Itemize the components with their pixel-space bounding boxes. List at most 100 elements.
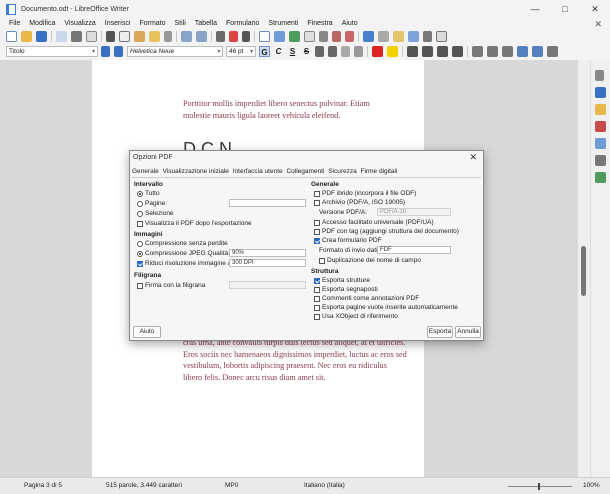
radio-senza-perdite[interactable]: Compressione senza perdite — [137, 240, 228, 247]
checkbox-riduci-risoluzione[interactable]: Riduci risoluzione immagine a: — [137, 260, 233, 267]
radio-selezione[interactable]: Selezione — [137, 210, 174, 217]
tab-sicurezza[interactable]: Sicurezza — [328, 168, 357, 175]
page-style-status[interactable]: MP0 — [225, 482, 238, 489]
checkbox-accesso-facilitato[interactable]: Accesso facilitato universale (PDF/UA) — [314, 219, 434, 226]
new-style-icon[interactable] — [114, 46, 123, 57]
menu-visualizza[interactable]: Visualizza — [64, 20, 95, 27]
special-character-icon[interactable] — [345, 31, 354, 42]
menu-formulario[interactable]: Formulario — [226, 20, 259, 27]
insert-textbox-icon[interactable] — [304, 31, 315, 42]
footnote-icon[interactable] — [378, 31, 389, 42]
radio-tutto[interactable]: Tutto — [137, 190, 160, 197]
menu-modifica[interactable]: Modifica — [29, 20, 55, 27]
align-left-icon[interactable] — [407, 46, 418, 57]
close-window-icon[interactable]: ✕ — [580, 0, 610, 18]
clone-formatting-icon[interactable] — [149, 31, 160, 42]
zoom-level[interactable]: 100% — [583, 482, 600, 489]
checkbox-esporta-strutture[interactable]: Esporta strutture — [314, 277, 370, 284]
tab-visualizzazione-iniziale[interactable]: Visualizzazione iniziale — [163, 168, 229, 175]
radio-pagine[interactable]: Pagine: — [137, 200, 167, 207]
styles-icon[interactable] — [595, 121, 606, 132]
shadow-icon[interactable] — [341, 46, 350, 57]
checkbox-duplicazione-nomi[interactable]: Duplicazione dei nome di campo — [319, 257, 421, 264]
tab-collegamenti[interactable]: Collegamenti — [286, 168, 324, 175]
subscript-icon[interactable] — [328, 46, 337, 57]
cut-icon[interactable] — [106, 31, 115, 42]
checkbox-commenti-annotazioni[interactable]: Commenti come annotazioni PDF — [314, 295, 419, 302]
save-icon[interactable] — [36, 31, 47, 42]
export-button[interactable]: Esporta — [427, 326, 453, 338]
italic-button[interactable]: C — [273, 46, 284, 57]
maximize-icon[interactable]: □ — [550, 0, 580, 18]
comment-icon[interactable] — [393, 31, 404, 42]
update-style-icon[interactable] — [101, 46, 110, 57]
insert-field-icon[interactable] — [332, 31, 341, 42]
checkbox-pagine-vuote[interactable]: Esporta pagine vuote inserite automatica… — [314, 304, 458, 311]
minimize-icon[interactable]: — — [520, 0, 550, 18]
export-pdf-icon[interactable] — [56, 31, 67, 42]
scrollbar-thumb[interactable] — [581, 246, 586, 296]
navigator-icon[interactable] — [595, 155, 606, 166]
line-icon[interactable] — [423, 31, 432, 42]
justify-icon[interactable] — [452, 46, 463, 57]
superscript-icon[interactable] — [315, 46, 324, 57]
menu-finestra[interactable]: Finestra — [307, 20, 332, 27]
line-spacing-icon[interactable] — [547, 46, 558, 57]
font-size-combo[interactable]: 46 pt ▾ — [226, 46, 256, 57]
radio-compressione-jpeg[interactable]: Compressione JPEG Qualità: — [137, 250, 230, 257]
checkbox-visualizza-pdf[interactable]: Visualizza il PDF dopo l'esportazione — [137, 220, 252, 227]
manage-changes-icon[interactable] — [595, 172, 606, 183]
basic-shapes-icon[interactable] — [436, 31, 447, 42]
sidebar-menu-icon[interactable] — [595, 70, 604, 81]
open-icon[interactable] — [21, 31, 32, 42]
formatting-marks-icon[interactable] — [242, 31, 250, 42]
menu-file[interactable]: File — [9, 20, 20, 27]
increase-indent-icon[interactable] — [517, 46, 528, 57]
copy-icon[interactable] — [119, 31, 130, 42]
align-right-icon[interactable] — [437, 46, 448, 57]
menu-tabella[interactable]: Tabella — [195, 20, 217, 27]
page-icon[interactable] — [595, 104, 606, 115]
qualita-spinbox[interactable]: 90% — [229, 249, 306, 257]
insert-chart-icon[interactable] — [289, 31, 300, 42]
word-count-status[interactable]: 515 parole, 3.449 caratteri — [106, 482, 182, 489]
checkbox-firma-filigrana[interactable]: Firma con la filigrana — [137, 282, 205, 289]
outline-list-icon[interactable] — [502, 46, 513, 57]
pagine-input[interactable] — [229, 199, 306, 207]
insert-table-icon[interactable] — [259, 31, 270, 42]
page-break-icon[interactable] — [319, 31, 328, 42]
find-replace-icon[interactable] — [216, 31, 225, 42]
bullet-list-icon[interactable] — [472, 46, 483, 57]
checkbox-archivio[interactable]: Archivio (PDF/A, ISO 19005) — [314, 199, 405, 206]
language-status[interactable]: Italiano (Italia) — [304, 482, 345, 489]
clear-formatting-icon[interactable] — [164, 31, 172, 42]
tab-interfaccia-utente[interactable]: Interfaccia utente — [233, 168, 283, 175]
hyperlink-icon[interactable] — [363, 31, 374, 42]
checkbox-pdf-ibrido[interactable]: PDF ibrido (incorpora il file ODF) — [314, 190, 416, 197]
align-center-icon[interactable] — [422, 46, 433, 57]
zoom-slider[interactable] — [508, 486, 572, 487]
menu-stili[interactable]: Stili — [175, 20, 186, 27]
undo-icon[interactable] — [181, 31, 192, 42]
dialog-close-icon[interactable]: ✕ — [469, 152, 477, 163]
checkbox-pdf-con-tag[interactable]: PDF con tag (aggiungi struttura del docu… — [314, 228, 459, 235]
zoom-slider-knob[interactable] — [538, 483, 540, 490]
print-preview-icon[interactable] — [86, 31, 97, 42]
vertical-scrollbar[interactable] — [578, 60, 590, 477]
new-document-icon[interactable] — [6, 31, 17, 42]
numbered-list-icon[interactable] — [487, 46, 498, 57]
versione-combo[interactable]: PDF/A-1b — [377, 208, 451, 216]
paragraph-style-combo[interactable]: Titolo ▾ — [6, 46, 98, 57]
menu-aiuto[interactable]: Aiuto — [342, 20, 358, 27]
decrease-indent-icon[interactable] — [532, 46, 543, 57]
tab-generale[interactable]: Generale — [132, 168, 159, 175]
filigrana-input[interactable] — [229, 281, 306, 289]
help-button[interactable]: Aiuto — [133, 326, 161, 338]
properties-icon[interactable] — [595, 87, 606, 98]
underline-button[interactable]: S — [287, 46, 298, 57]
gallery-icon[interactable] — [595, 138, 606, 149]
bold-button[interactable]: G — [259, 46, 270, 57]
formato-invio-combo[interactable]: FDF — [377, 246, 451, 254]
print-icon[interactable] — [71, 31, 82, 42]
font-name-combo[interactable]: Helvetica Neue ▾ — [127, 46, 223, 57]
